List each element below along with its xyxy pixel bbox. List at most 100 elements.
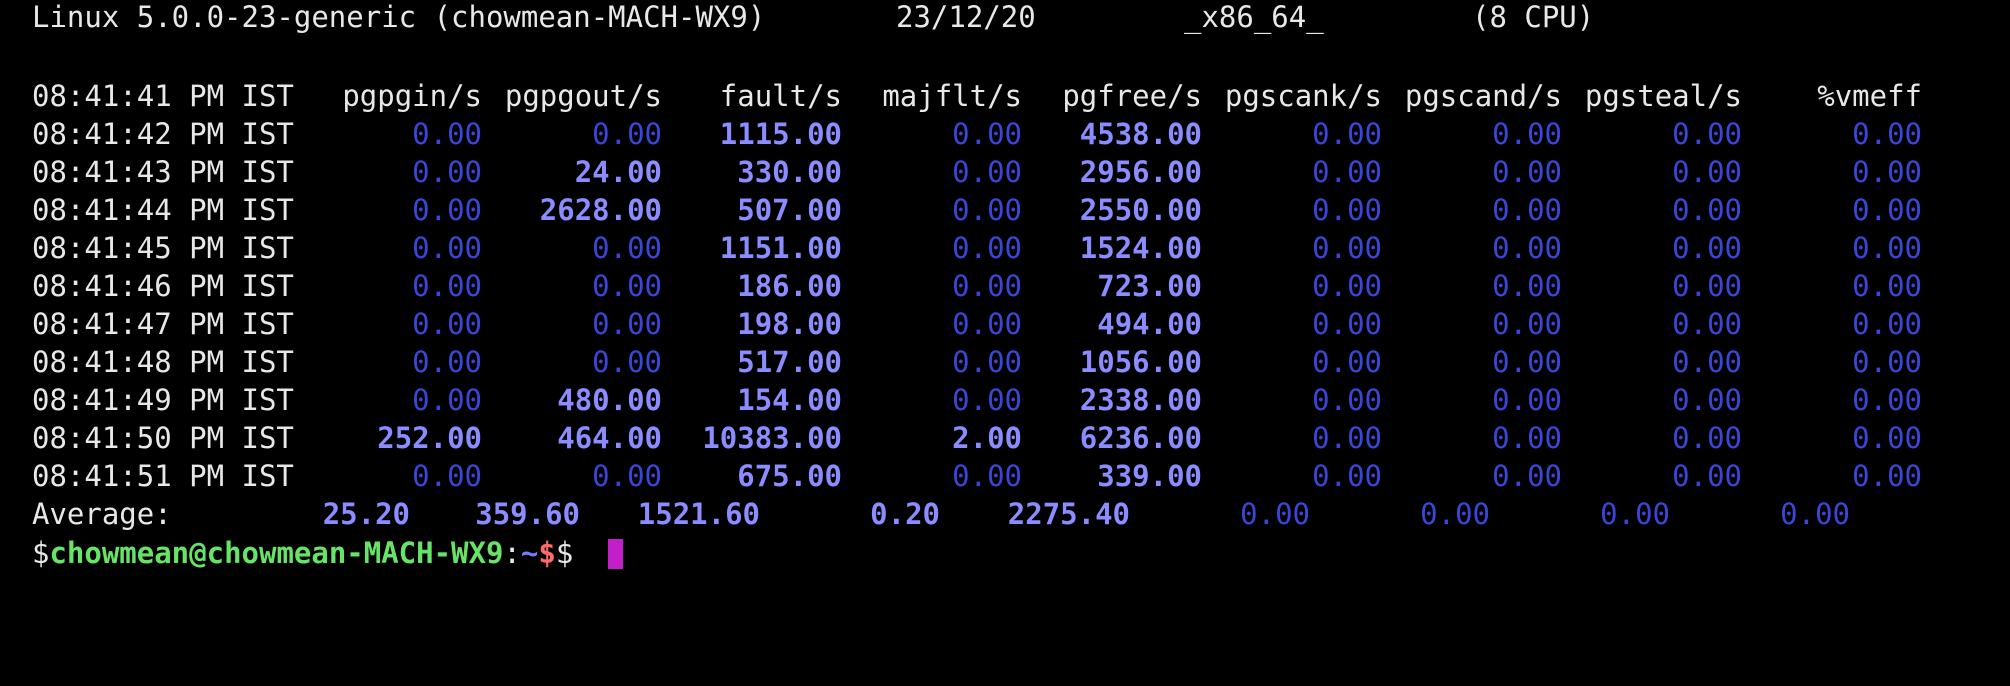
cell-vmeff: 0.00	[1852, 117, 1922, 151]
prompt-line[interactable]: $chowmean@chowmean-MACH-WX9:~$$	[0, 534, 2010, 572]
table-row: 08:41:42 PM IST 0.00 0.00 1115.00 0.00 4538.0…	[0, 115, 2010, 153]
cell-pgfree: 2338.00	[1079, 383, 1202, 417]
cell-pgpgout: 0.00	[592, 459, 662, 493]
table-row: 08:41:48 PM IST 0.00 0.00 517.00 0.00 1056.00…	[0, 343, 2010, 381]
prompt-user-host: chowmean@chowmean-MACH-WX9	[49, 536, 504, 570]
table-row: 08:41:50 PM IST 252.00 464.00 10383.00 2.00 6…	[0, 419, 2010, 457]
average-vmeff: 0.00	[1780, 497, 1850, 531]
cell-pgsteal: 0.00	[1672, 421, 1742, 455]
table-row: 08:41:45 PM IST 0.00 0.00 1151.00 0.00 1524.0…	[0, 229, 2010, 267]
cell-pgfree: 1524.00	[1079, 231, 1202, 265]
average-majflt: 0.20	[870, 497, 940, 531]
cell-majflt: 0.00	[952, 117, 1022, 151]
cell-vmeff: 0.00	[1852, 459, 1922, 493]
cell-pgscand: 0.00	[1492, 307, 1562, 341]
cell-pgpgout: 24.00	[574, 155, 662, 189]
average-pgscank: 0.00	[1240, 497, 1310, 531]
cell-pgpgin: 0.00	[412, 117, 482, 151]
row-time: 08:41:46 PM IST	[32, 269, 294, 303]
row-time: 08:41:49 PM IST	[32, 383, 294, 417]
header-majflt: majflt/s	[882, 79, 1022, 113]
average-pgsteal: 0.00	[1600, 497, 1670, 531]
cell-fault: 517.00	[737, 345, 842, 379]
text-cursor	[608, 539, 623, 569]
cell-pgfree: 494.00	[1097, 307, 1202, 341]
cell-fault: 198.00	[737, 307, 842, 341]
cell-pgfree: 2550.00	[1079, 193, 1202, 227]
cell-pgscank: 0.00	[1312, 345, 1382, 379]
cell-pgsteal: 0.00	[1672, 383, 1742, 417]
table-row: 08:41:46 PM IST 0.00 0.00 186.00 0.00 723.00 0…	[0, 267, 2010, 305]
cell-fault: 675.00	[737, 459, 842, 493]
average-pgpgout: 359.60	[475, 497, 580, 531]
cell-pgsteal: 0.00	[1672, 345, 1742, 379]
sysinfo-line: Linux 5.0.0-23-generic (chowmean-MACH-WX…	[0, 0, 2010, 36]
cell-pgscank: 0.00	[1312, 421, 1382, 455]
cell-fault: 507.00	[737, 193, 842, 227]
cell-pgfree: 2956.00	[1079, 155, 1202, 189]
cell-vmeff: 0.00	[1852, 421, 1922, 455]
cell-pgpgout: 464.00	[557, 421, 662, 455]
average-fault: 1521.60	[637, 497, 760, 531]
header-time: 08:41:41 PM IST	[32, 79, 294, 113]
cell-pgscand: 0.00	[1492, 383, 1562, 417]
header-pgfree: pgfree/s	[1062, 79, 1202, 113]
cell-fault: 154.00	[737, 383, 842, 417]
cell-pgpgout: 0.00	[592, 307, 662, 341]
cell-pgpgout: 0.00	[592, 269, 662, 303]
cell-pgpgin: 0.00	[412, 193, 482, 227]
cell-majflt: 0.00	[952, 231, 1022, 265]
header-pgscand: pgscand/s	[1404, 79, 1562, 113]
cell-pgsteal: 0.00	[1672, 193, 1742, 227]
row-time: 08:41:47 PM IST	[32, 307, 294, 341]
table-row: 08:41:44 PM IST 0.00 2628.00 507.00 0.00 2550…	[0, 191, 2010, 229]
average-pgfree: 2275.40	[1007, 497, 1130, 531]
cell-majflt: 0.00	[952, 459, 1022, 493]
cell-majflt: 0.00	[952, 155, 1022, 189]
cell-majflt: 0.00	[952, 383, 1022, 417]
cell-pgsteal: 0.00	[1672, 307, 1742, 341]
cell-fault: 330.00	[737, 155, 842, 189]
header-vmeff: %vmeff	[1817, 79, 1922, 113]
kernel-info: Linux 5.0.0-23-generic (chowmean-MACH-WX…	[32, 0, 766, 34]
cell-pgpgin: 0.00	[412, 345, 482, 379]
cell-vmeff: 0.00	[1852, 383, 1922, 417]
table-row: 08:41:49 PM IST 0.00 480.00 154.00 0.00 2338.…	[0, 381, 2010, 419]
average-row: Average: 25.20 359.60 1521.60 0.20 2275.40 0.…	[0, 495, 2010, 533]
architecture: _x86_64_	[1184, 0, 1324, 34]
header-pgsteal: pgsteal/s	[1584, 79, 1742, 113]
report-date: 23/12/20	[896, 0, 1036, 34]
prompt-colon: :	[503, 536, 521, 570]
cell-pgfree: 339.00	[1097, 459, 1202, 493]
table-row: 08:41:47 PM IST 0.00 0.00 198.00 0.00 494.00 0…	[0, 305, 2010, 343]
cell-pgscank: 0.00	[1312, 269, 1382, 303]
cell-pgpgout: 0.00	[592, 345, 662, 379]
average-label: Average:	[32, 497, 172, 531]
average-pgscand: 0.00	[1420, 497, 1490, 531]
header-fault: fault/s	[719, 79, 842, 113]
cell-pgsteal: 0.00	[1672, 155, 1742, 189]
cell-vmeff: 0.00	[1852, 193, 1922, 227]
terminal-window[interactable]: Linux 5.0.0-23-generic (chowmean-MACH-WX…	[0, 0, 2010, 628]
cell-pgscank: 0.00	[1312, 231, 1382, 265]
cell-pgscand: 0.00	[1492, 345, 1562, 379]
cell-pgpgin: 0.00	[412, 155, 482, 189]
cell-pgscand: 0.00	[1492, 421, 1562, 455]
cell-pgscand: 0.00	[1492, 155, 1562, 189]
cell-pgpgin: 0.00	[412, 269, 482, 303]
cell-pgfree: 4538.00	[1079, 117, 1202, 151]
cell-pgpgout: 0.00	[592, 231, 662, 265]
prompt[interactable]: $chowmean@chowmean-MACH-WX9:~$$	[32, 534, 591, 572]
cell-pgpgin: 0.00	[412, 307, 482, 341]
cell-pgsteal: 0.00	[1672, 231, 1742, 265]
cell-pgscank: 0.00	[1312, 155, 1382, 189]
cell-pgpgin: 0.00	[412, 459, 482, 493]
average-pgpgin: 25.20	[322, 497, 410, 531]
cell-majflt: 0.00	[952, 269, 1022, 303]
cell-pgscand: 0.00	[1492, 193, 1562, 227]
prompt-prefix: $	[32, 536, 50, 570]
cell-pgsteal: 0.00	[1672, 459, 1742, 493]
prompt-symbol: $	[555, 536, 591, 570]
cell-pgsteal: 0.00	[1672, 117, 1742, 151]
header-pgpgout: pgpgout/s	[504, 79, 662, 113]
